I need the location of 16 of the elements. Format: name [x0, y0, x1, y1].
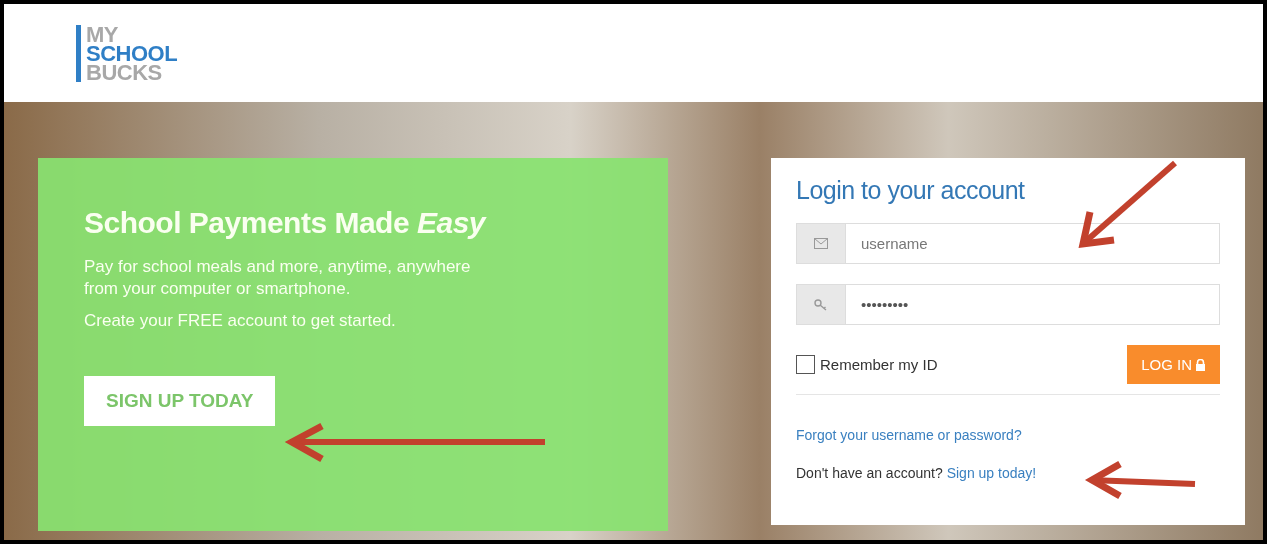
key-icon [796, 284, 845, 325]
logo[interactable]: MY SCHOOL BUCKS [76, 24, 178, 82]
checkbox-label: Remember my ID [820, 356, 938, 373]
login-title: Login to your account [796, 176, 1026, 205]
headline: School Payments Made Easy [84, 206, 488, 240]
forgot-password-link[interactable]: Forgot your username or password? [796, 427, 1220, 443]
lock-icon [1195, 358, 1206, 371]
signup-prompt: Don't have an account? [796, 465, 943, 481]
login-button[interactable]: LOG IN [1127, 345, 1220, 384]
checkbox[interactable] [796, 355, 815, 374]
username-input[interactable]: username [845, 223, 1220, 264]
envelope-icon [796, 223, 845, 264]
promo-text: Pay for school meals and more, anytime, anywhere from your computer or smartphone. [84, 256, 472, 300]
password-input[interactable]: ••••••••• [845, 284, 1220, 325]
sign-up-link[interactable]: Sign up today! [946, 465, 1037, 481]
promo-text: Create your FREE account to get started. [84, 310, 397, 332]
